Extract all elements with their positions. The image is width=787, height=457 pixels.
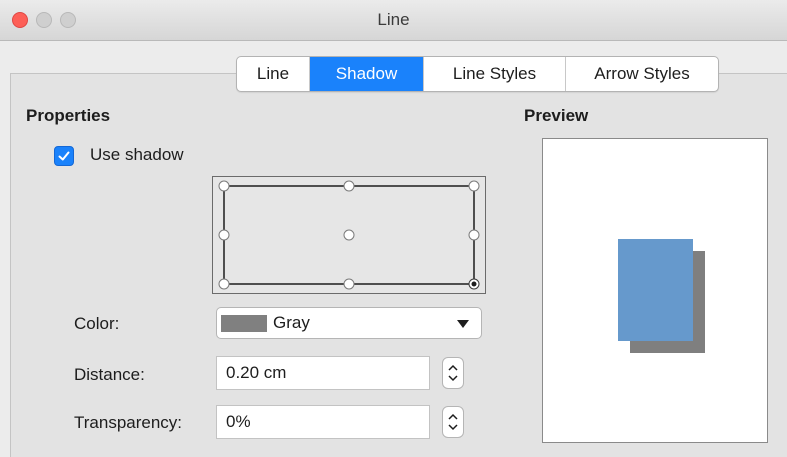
color-dropdown[interactable]: Gray xyxy=(216,307,482,339)
checkmark-icon xyxy=(58,151,70,161)
distance-stepper[interactable] xyxy=(442,357,464,389)
transparency-label: Transparency: xyxy=(74,413,183,432)
title-bar: Line xyxy=(0,0,787,41)
tab-shadow[interactable]: Shadow xyxy=(310,57,424,91)
position-top-right-radio[interactable] xyxy=(468,180,480,192)
transparency-field[interactable] xyxy=(216,405,430,439)
position-bottom-left-radio[interactable] xyxy=(218,278,230,290)
shadow-position-grid xyxy=(212,176,486,294)
color-value: Gray xyxy=(273,313,310,332)
position-top-left-radio[interactable] xyxy=(218,180,230,192)
color-label: Color: xyxy=(74,314,120,333)
position-bottom-right-radio[interactable] xyxy=(468,278,480,290)
distance-label: Distance: xyxy=(74,365,145,384)
position-center-radio[interactable] xyxy=(343,229,355,241)
position-middle-left-radio[interactable] xyxy=(218,229,230,241)
transparency-stepper[interactable] xyxy=(442,406,464,438)
tab-line-styles[interactable]: Line Styles xyxy=(424,57,566,91)
stepper-arrows-icon xyxy=(448,364,458,382)
window-title: Line xyxy=(377,10,410,29)
tab-bar: Line Shadow Line Styles Arrow Styles xyxy=(236,56,719,92)
position-middle-right-radio[interactable] xyxy=(468,229,480,241)
preview-panel xyxy=(542,138,768,443)
color-swatch xyxy=(221,315,267,332)
tab-line[interactable]: Line xyxy=(237,57,310,91)
dropdown-arrow-icon xyxy=(457,320,469,328)
position-bottom-center-radio[interactable] xyxy=(343,278,355,290)
preview-object xyxy=(618,239,693,341)
use-shadow-label: Use shadow xyxy=(90,145,184,164)
position-top-center-radio[interactable] xyxy=(343,180,355,192)
properties-heading: Properties xyxy=(26,106,111,125)
preview-heading: Preview xyxy=(524,106,589,125)
tab-arrow-styles[interactable]: Arrow Styles xyxy=(566,57,718,91)
distance-field[interactable] xyxy=(216,356,430,390)
use-shadow-checkbox[interactable] xyxy=(54,146,74,166)
stepper-arrows-icon xyxy=(448,413,458,431)
